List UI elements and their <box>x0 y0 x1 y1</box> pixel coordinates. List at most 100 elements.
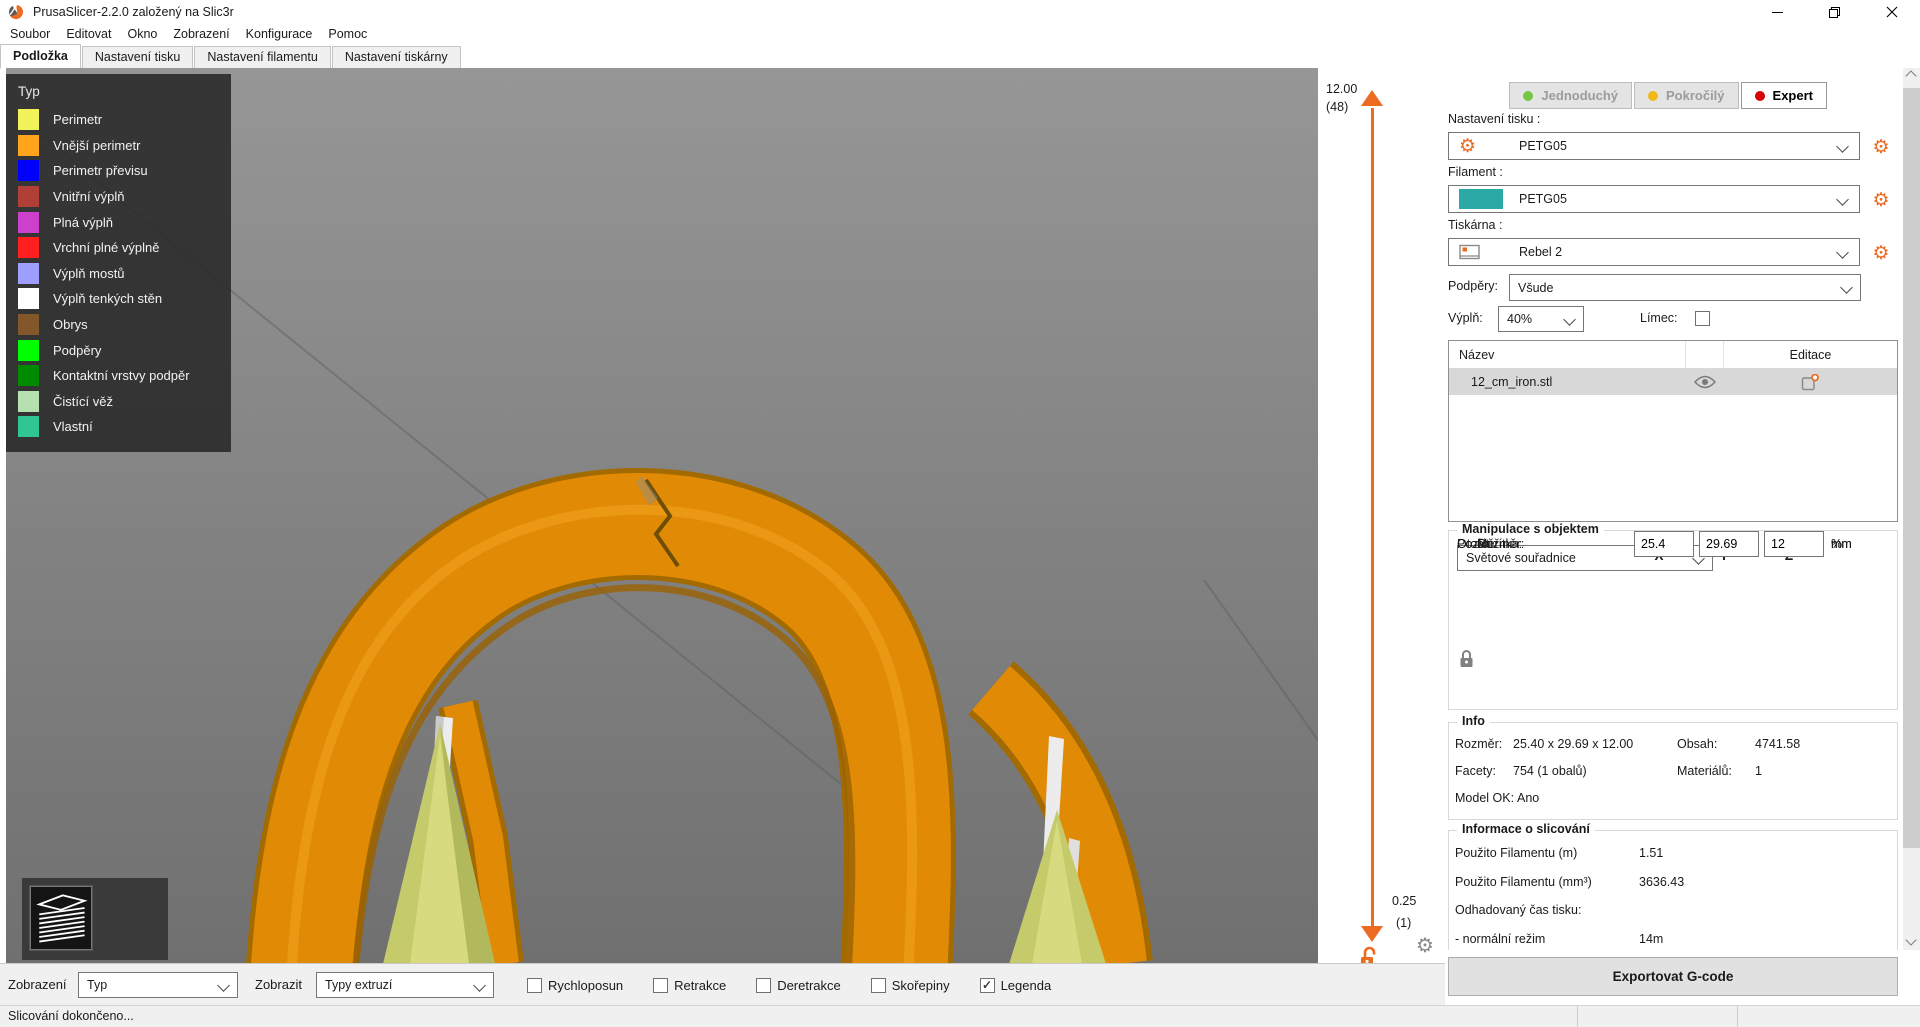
column-header-name[interactable]: Název <box>1449 341 1686 368</box>
mode-button[interactable]: Expert <box>1741 82 1827 109</box>
legend-color-swatch <box>18 109 39 130</box>
slicing-row-label: - normální režim <box>1455 932 1637 946</box>
layers-view-button[interactable] <box>30 886 92 950</box>
legend-item-label: Výplň mostů <box>53 266 125 281</box>
export-gcode-button[interactable]: Exportovat G-code <box>1448 957 1898 996</box>
feature-toggle: Skořepiny <box>871 978 950 993</box>
legend-item: Vrchní plné výplně <box>18 235 231 261</box>
print-settings-gear-button[interactable]: ⚙ <box>1868 134 1894 160</box>
scroll-down-arrow[interactable] <box>1907 936 1915 944</box>
view-mode-select[interactable]: Typ <box>78 972 238 998</box>
title-bar: PrusaSlicer-2.2.0 založený na Slic3r <box>0 0 1920 24</box>
feature-toggle-checkbox[interactable] <box>756 978 771 993</box>
brim-checkbox[interactable] <box>1695 311 1710 326</box>
status-separator <box>1737 1006 1738 1027</box>
3d-viewport[interactable]: Typ Perimetr Vnější perimetr Perimetr př… <box>6 68 1318 963</box>
legend-color-swatch <box>18 365 39 386</box>
legend-item-label: Podpěry <box>53 343 101 358</box>
layer-slider-upper-thumb[interactable] <box>1361 90 1383 106</box>
slider-settings-gear-button[interactable]: ⚙ <box>1416 936 1434 956</box>
menu-item[interactable]: Soubor <box>2 24 58 45</box>
modified-preset-gear-icon: ⚙ <box>1459 137 1503 156</box>
view-mode-value: Typ <box>87 978 107 992</box>
feature-toggle-checkbox[interactable] <box>871 978 886 993</box>
legend-color-swatch <box>18 160 39 181</box>
supports-value: Všude <box>1518 281 1553 295</box>
legend-item-label: Perimetr <box>53 112 102 127</box>
filament-gear-button[interactable]: ⚙ <box>1868 187 1894 213</box>
feature-toggle-label: Deretrakce <box>777 978 841 993</box>
feature-toggle-label: Retrakce <box>674 978 726 993</box>
object-list-row[interactable]: 12_cm_iron.stl <box>1449 369 1897 395</box>
printer-gear-button[interactable]: ⚙ <box>1868 240 1894 266</box>
printer-combo[interactable]: Rebel 2 <box>1448 238 1860 266</box>
size-value: 25.40 x 29.69 x 12.00 <box>1513 737 1633 751</box>
menu-item[interactable]: Pomoc <box>320 24 375 45</box>
close-button[interactable] <box>1863 0 1920 24</box>
feature-toggle-checkbox[interactable] <box>653 978 668 993</box>
tab-bar: Podložka Nastavení tisku Nastavení filam… <box>0 45 1920 69</box>
feature-toggle-checkbox[interactable] <box>527 978 542 993</box>
slicing-rows: Použito Filamentu (m) 1.51 Použito Filam… <box>1449 839 1897 950</box>
facets-label: Facety: <box>1455 764 1496 778</box>
menu-item[interactable]: Zobrazení <box>165 24 237 45</box>
legend-item: Plná výplň <box>18 209 231 235</box>
slicing-row-label: Použito Filamentu (m) <box>1455 846 1637 860</box>
show-label: Zobrazit <box>255 964 302 1006</box>
layer-slider-top-value: 12.00 <box>1326 82 1357 96</box>
show-select[interactable]: Typy extruzí <box>316 972 494 998</box>
feature-toggle-checkbox[interactable] <box>980 978 995 993</box>
lock-icon <box>1459 649 1474 668</box>
chevron-down-icon <box>1836 140 1849 153</box>
layer-slider-track[interactable] <box>1371 108 1374 930</box>
feature-toggle: Deretrakce <box>756 978 841 993</box>
feature-toggle: Retrakce <box>653 978 726 993</box>
filament-value: PETG05 <box>1519 192 1567 206</box>
filament-combo[interactable]: PETG05 <box>1448 185 1860 213</box>
manipulation-row: Rozměr: mm <box>1449 531 1897 557</box>
tab[interactable]: Nastavení filamentu <box>194 46 330 68</box>
uniform-scale-lock-button[interactable] <box>1459 649 1474 671</box>
mode-dot-icon <box>1648 91 1658 101</box>
mode-button[interactable]: Pokročilý <box>1634 82 1739 109</box>
legend-item: Podpěry <box>18 337 231 363</box>
scrollbar-thumb[interactable] <box>1903 88 1920 848</box>
print-settings-label: Nastavení tisku : <box>1448 112 1540 126</box>
menu-item[interactable]: Okno <box>119 24 165 45</box>
y-value-input[interactable] <box>1699 531 1759 557</box>
menu-item[interactable]: Konfigurace <box>238 24 321 45</box>
chevron-down-icon <box>1836 246 1849 259</box>
tab[interactable]: Nastavení tiskárny <box>332 46 461 68</box>
right-panel-scrollbar[interactable] <box>1903 68 1920 950</box>
legend-item: Výplň tenkých stěn <box>18 286 231 312</box>
mode-button-label: Pokročilý <box>1666 88 1725 103</box>
column-header-edit[interactable]: Editace <box>1724 348 1897 362</box>
print-settings-combo[interactable]: ⚙ PETG05 <box>1448 132 1860 160</box>
slicing-info-row: Použito Filamentu (m) 1.51 <box>1449 839 1897 868</box>
legend-item: Obrys <box>18 312 231 338</box>
unit-label: mm <box>1831 537 1852 551</box>
feature-toggles: Rychloposun Retrakce Deretrakce Skořepin… <box>527 964 1051 1006</box>
infill-select[interactable]: 40% <box>1498 306 1584 332</box>
x-value-input[interactable] <box>1634 531 1694 557</box>
slicing-info-title: Informace o slicování <box>1457 822 1595 836</box>
menu-item[interactable]: Editovat <box>58 24 119 45</box>
tab[interactable]: Nastavení tisku <box>82 46 193 68</box>
legend-panel: Typ Perimetr Vnější perimetr Perimetr př… <box>6 74 231 452</box>
mode-button[interactable]: Jednoduchý <box>1509 82 1632 109</box>
layer-slider-lower-thumb[interactable] <box>1361 926 1383 942</box>
z-value-input[interactable] <box>1764 531 1824 557</box>
supports-select[interactable]: Všude <box>1509 274 1861 301</box>
menu-bar: Soubor Editovat Okno Zobrazení Konfigura… <box>2 24 1920 45</box>
column-header-visibility[interactable] <box>1686 341 1724 368</box>
edit-object-button[interactable] <box>1723 374 1897 391</box>
tab[interactable]: Podložka <box>0 44 81 69</box>
chevron-down-icon <box>1840 281 1853 294</box>
mode-button-label: Expert <box>1773 88 1813 103</box>
printer-icon <box>1459 243 1481 261</box>
minimize-button[interactable] <box>1749 0 1806 24</box>
scroll-up-arrow[interactable] <box>1907 72 1915 80</box>
restore-button[interactable] <box>1806 0 1863 24</box>
slicing-info-row: - normální režim 14m <box>1449 925 1897 951</box>
visibility-toggle[interactable] <box>1686 375 1723 389</box>
